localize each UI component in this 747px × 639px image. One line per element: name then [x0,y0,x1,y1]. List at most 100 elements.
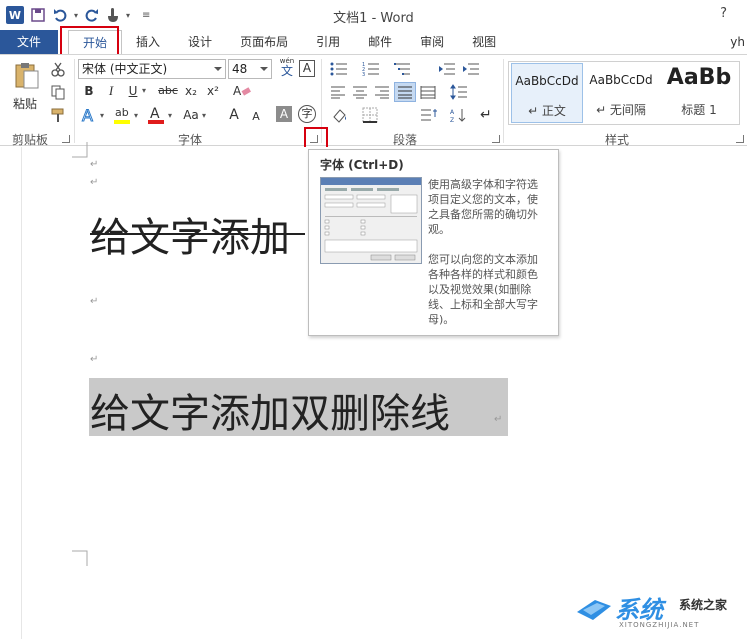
help-button[interactable]: ? [720,6,727,21]
separator [74,59,75,143]
paste-button[interactable]: 粘贴 [13,95,37,112]
change-case-button[interactable]: Aa [180,105,202,125]
enclose-characters-button[interactable]: 字 [298,105,316,123]
show-marks-icon[interactable]: ↵ [480,107,492,123]
clipboard-launcher-icon[interactable] [62,135,70,143]
paste-icon[interactable] [12,61,42,91]
tab-page-layout[interactable]: 页面布局 [226,30,302,54]
tab-home[interactable]: 开始 [68,30,123,54]
style-name: ↵ 无间隔 [596,103,646,117]
tooltip-desc-line: 您可以向您的文本添加 [428,253,538,266]
underline-button[interactable]: U [123,81,143,101]
tab-references[interactable]: 引用 [302,30,354,54]
change-case-dropdown-icon[interactable]: ▾ [202,111,206,120]
font-name-select[interactable]: 宋体 (中文正文) [78,59,226,79]
styles-launcher-icon[interactable] [736,135,744,143]
bold-button[interactable]: B [79,81,99,101]
title-bar: W ▾ ▾ ≡ 文档1 - Word ? [0,0,747,30]
paragraph-mark: ↵ [494,414,503,425]
ribbon: 粘贴 剪贴板 宋体 (中文正文) 48 wén 文 A B I U ▾ abc … [0,54,747,147]
style-no-spacing[interactable]: AaBbCcDd ↵ 无间隔 [585,63,657,123]
shading-icon[interactable] [330,107,350,125]
svg-text:A: A [150,106,160,122]
user-name[interactable]: yh [730,35,745,49]
phonetic-guide-char: 文 [280,64,293,78]
tab-mailings[interactable]: 邮件 [354,30,406,54]
text-effects-dropdown-icon[interactable]: ▾ [100,111,104,120]
align-center-icon[interactable] [352,85,368,99]
styles-group-label: 样式 [605,133,630,147]
chinese-layout-icon[interactable] [420,107,438,123]
bullets-icon[interactable] [330,61,348,77]
margin-corner-bottom-left [72,550,88,566]
tooltip-desc-line: 项目定义您的文本，使 [428,193,538,206]
tooltip-desc-line: 以及视觉效果(如删除 [428,283,532,296]
tab-insert[interactable]: 插入 [122,30,174,54]
font-launcher-icon[interactable] [310,135,318,143]
align-left-icon[interactable] [330,85,346,99]
borders-icon[interactable] [362,107,378,123]
font-size-value: 48 [232,62,248,76]
numbering-icon[interactable]: 123 [362,61,380,77]
font-color-icon[interactable]: A [146,104,166,126]
font-color-dropdown-icon[interactable]: ▾ [168,111,172,120]
paragraph-mark: ↵ [90,354,99,365]
style-normal[interactable]: AaBbCcDd ↵ 正文 [511,63,583,123]
separator [503,59,504,143]
cut-icon[interactable] [50,61,66,77]
document-line-selected[interactable]: 给文字添加双删除线 [90,381,450,439]
svg-text:A: A [233,84,242,98]
superscript-button[interactable]: x² [203,81,223,101]
left-margin-strip [0,147,22,639]
paragraph-launcher-icon[interactable] [492,135,500,143]
watermark-site: XITONGZHIJIA.NET [619,621,700,629]
tab-view[interactable]: 视图 [458,30,510,54]
tab-file[interactable]: 文件 [0,30,59,54]
sort-icon[interactable]: AZ [450,107,468,123]
grow-font-button[interactable]: A [224,105,244,125]
tooltip-desc-line: 各种各样的样式和颜色 [428,268,538,281]
increase-indent-icon[interactable] [462,61,480,77]
align-right-icon[interactable] [374,85,390,99]
underline-dropdown-icon[interactable]: ▾ [142,86,146,95]
justify-icon[interactable] [394,82,416,102]
font-dialog-preview-image [320,177,422,264]
highlight-dropdown-icon[interactable]: ▾ [134,111,138,120]
phonetic-guide-button[interactable]: wén 文 [276,57,298,79]
svg-text:A: A [82,106,93,125]
watermark-logo-icon [577,600,611,620]
text-effects-icon[interactable]: A [80,105,100,126]
distributed-icon[interactable] [420,85,436,99]
character-border-button[interactable]: A [299,60,315,77]
tooltip-desc-line: 之具备您所需的确切外 [428,208,538,221]
tab-review[interactable]: 审阅 [406,30,458,54]
format-painter-icon[interactable] [50,107,66,123]
ribbon-tabs: 文件 开始 插入 设计 页面布局 引用 邮件 审阅 视图 [0,30,747,54]
font-size-select[interactable]: 48 [228,59,272,79]
svg-text:Z: Z [450,117,454,123]
style-sample: AaBbCcDd [515,74,579,88]
strikethrough-line [90,233,305,235]
highlight-color-icon[interactable]: ab [112,104,132,126]
italic-button[interactable]: I [101,81,121,101]
decrease-indent-icon[interactable] [438,61,456,77]
separator [321,59,322,143]
clear-formatting-icon[interactable]: A [233,83,251,99]
watermark-brand: 系统 [615,596,663,624]
character-shading-button[interactable]: A [276,106,292,122]
multilevel-list-icon[interactable] [394,61,412,77]
font-name-value: 宋体 (中文正文) [82,62,168,76]
style-heading-1[interactable]: AaBb 标题 1 [659,63,739,123]
tab-design[interactable]: 设计 [174,30,226,54]
svg-text:A: A [450,109,455,116]
line-spacing-icon[interactable] [450,84,468,100]
font-group-label: 字体 [178,133,203,147]
subscript-button[interactable]: x₂ [181,81,201,101]
strikethrough-button[interactable]: abc [155,81,181,101]
svg-text:ab: ab [115,106,129,119]
tooltip-desc-line: 观。 [428,223,450,236]
paragraph-mark: ↵ [90,159,99,170]
shrink-font-button[interactable]: A [246,107,266,127]
window-title: 文档1 - Word [333,11,414,26]
copy-icon[interactable] [50,84,66,100]
